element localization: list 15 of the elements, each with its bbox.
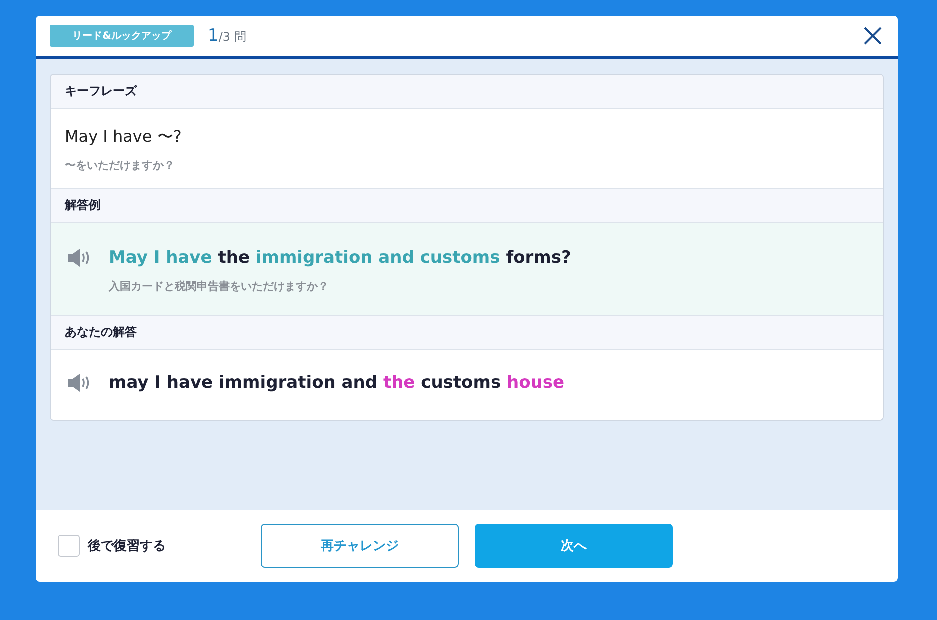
- review-later-checkbox[interactable]: 後で復習する: [58, 535, 261, 557]
- key-phrase: May I have 〜?: [65, 126, 182, 148]
- section-header: キーフレーズ: [51, 75, 883, 109]
- category-label: リード&ルックアップ: [50, 25, 194, 47]
- translation-text: 入国カードと税関申告書をいただけますか？: [109, 279, 330, 294]
- next-button[interactable]: 次へ: [475, 524, 673, 568]
- answer-sentence: may I have immigration and the customs house: [109, 372, 565, 394]
- section-header: あなたの解答: [51, 315, 883, 350]
- close-button[interactable]: [862, 25, 884, 47]
- example-sentence: May I have the immigration and customs forms?: [109, 247, 572, 269]
- retry-button[interactable]: 再チャレンジ: [261, 524, 459, 568]
- question-total: /3 問: [218, 30, 246, 44]
- current-question-number: 1: [208, 26, 219, 46]
- section-header: 解答例: [51, 188, 883, 223]
- translation-text: 〜をいただけますか？: [65, 158, 176, 173]
